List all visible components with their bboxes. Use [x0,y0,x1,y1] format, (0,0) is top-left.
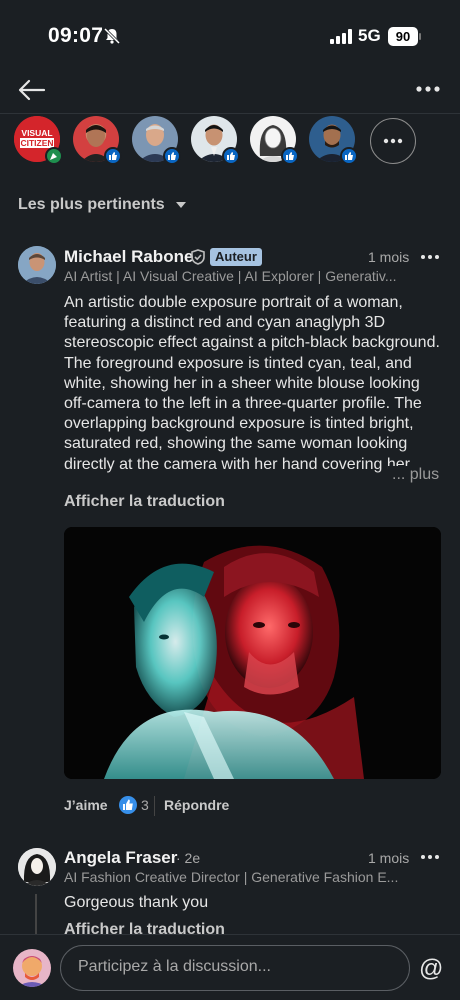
more-horizontal-icon[interactable] [420,850,440,864]
comment-image[interactable] [64,527,441,779]
reactor-avatar[interactable] [191,116,240,165]
reply-button[interactable]: Répondre [164,797,229,813]
reply-time: 1 mois [368,850,410,866]
like-button[interactable]: J’aime [64,797,108,813]
like-count: 3 [141,797,149,813]
comment-input-placeholder: Participez à la discussion... [78,958,271,975]
like-reaction-icon [104,147,122,165]
commenter-avatar[interactable] [18,848,56,886]
connection-degree: · 2e [176,850,201,866]
comment-composer: Participez à la discussion... @ [0,934,460,1000]
sort-dropdown[interactable]: Les plus pertinents [18,196,187,214]
comment-text: An artistic double exposure portrait of … [64,294,440,477]
arrow-left-icon[interactable] [18,78,46,102]
status-time: 09:07 [48,24,104,47]
commenter-name[interactable]: Michael Rabone [64,247,193,267]
more-horizontal-icon[interactable] [414,80,442,98]
more-horizontal-icon[interactable] [420,250,440,264]
bell-off-icon [103,27,121,45]
reply-text: Gorgeous thank you [64,894,209,911]
status-bar: 09:07 5G 90 [0,0,460,72]
at-icon[interactable]: @ [419,955,443,983]
reply-author-name[interactable]: Angela Fraser [64,848,177,868]
like-reaction-icon [222,147,240,165]
thumbs-up-icon [119,796,137,814]
commenter-avatar[interactable] [18,246,56,284]
battery-tip [419,33,421,40]
reactor-avatar[interactable] [250,116,299,165]
battery-indicator: 90 [388,27,418,46]
shield-check-icon [191,249,205,265]
divider [154,796,155,816]
my-avatar[interactable] [13,949,51,987]
reactors-row: VISUAL CITIZEN [0,114,460,166]
signal-icon [330,29,352,44]
reactor-avatar[interactable]: VISUAL CITIZEN [14,116,63,165]
like-reaction-icon [340,147,358,165]
nav-bar [0,72,460,112]
see-more-link[interactable]: ... plus [388,466,440,484]
thread-line [35,894,37,934]
reactor-avatar[interactable] [132,116,181,165]
sort-label: Les plus pertinents [18,196,165,213]
like-reaction-icon [163,147,181,165]
more-horizontal-icon [383,138,403,144]
svg-text:VISUAL: VISUAL [21,128,52,138]
author-badge: Auteur [210,248,262,266]
anaglyph-portrait-image [64,527,441,779]
commenter-headline: AI Artist | AI Visual Creative | AI Expl… [64,268,397,284]
more-reactors-button[interactable] [370,118,416,164]
comment-time: 1 mois [368,249,410,265]
network-label: 5G [358,26,381,45]
reactor-avatar[interactable] [309,116,358,165]
celebrate-reaction-icon [45,147,63,165]
reactor-avatar[interactable] [73,116,122,165]
comment-input[interactable]: Participez à la discussion... [60,945,410,991]
reply-author-headline: AI Fashion Creative Director | Generativ… [64,869,399,885]
caret-down-icon [176,201,187,208]
show-translation-link[interactable]: Afficher la traduction [64,493,225,511]
like-reaction-icon [281,147,299,165]
svg-text:CITIZEN: CITIZEN [20,138,53,148]
